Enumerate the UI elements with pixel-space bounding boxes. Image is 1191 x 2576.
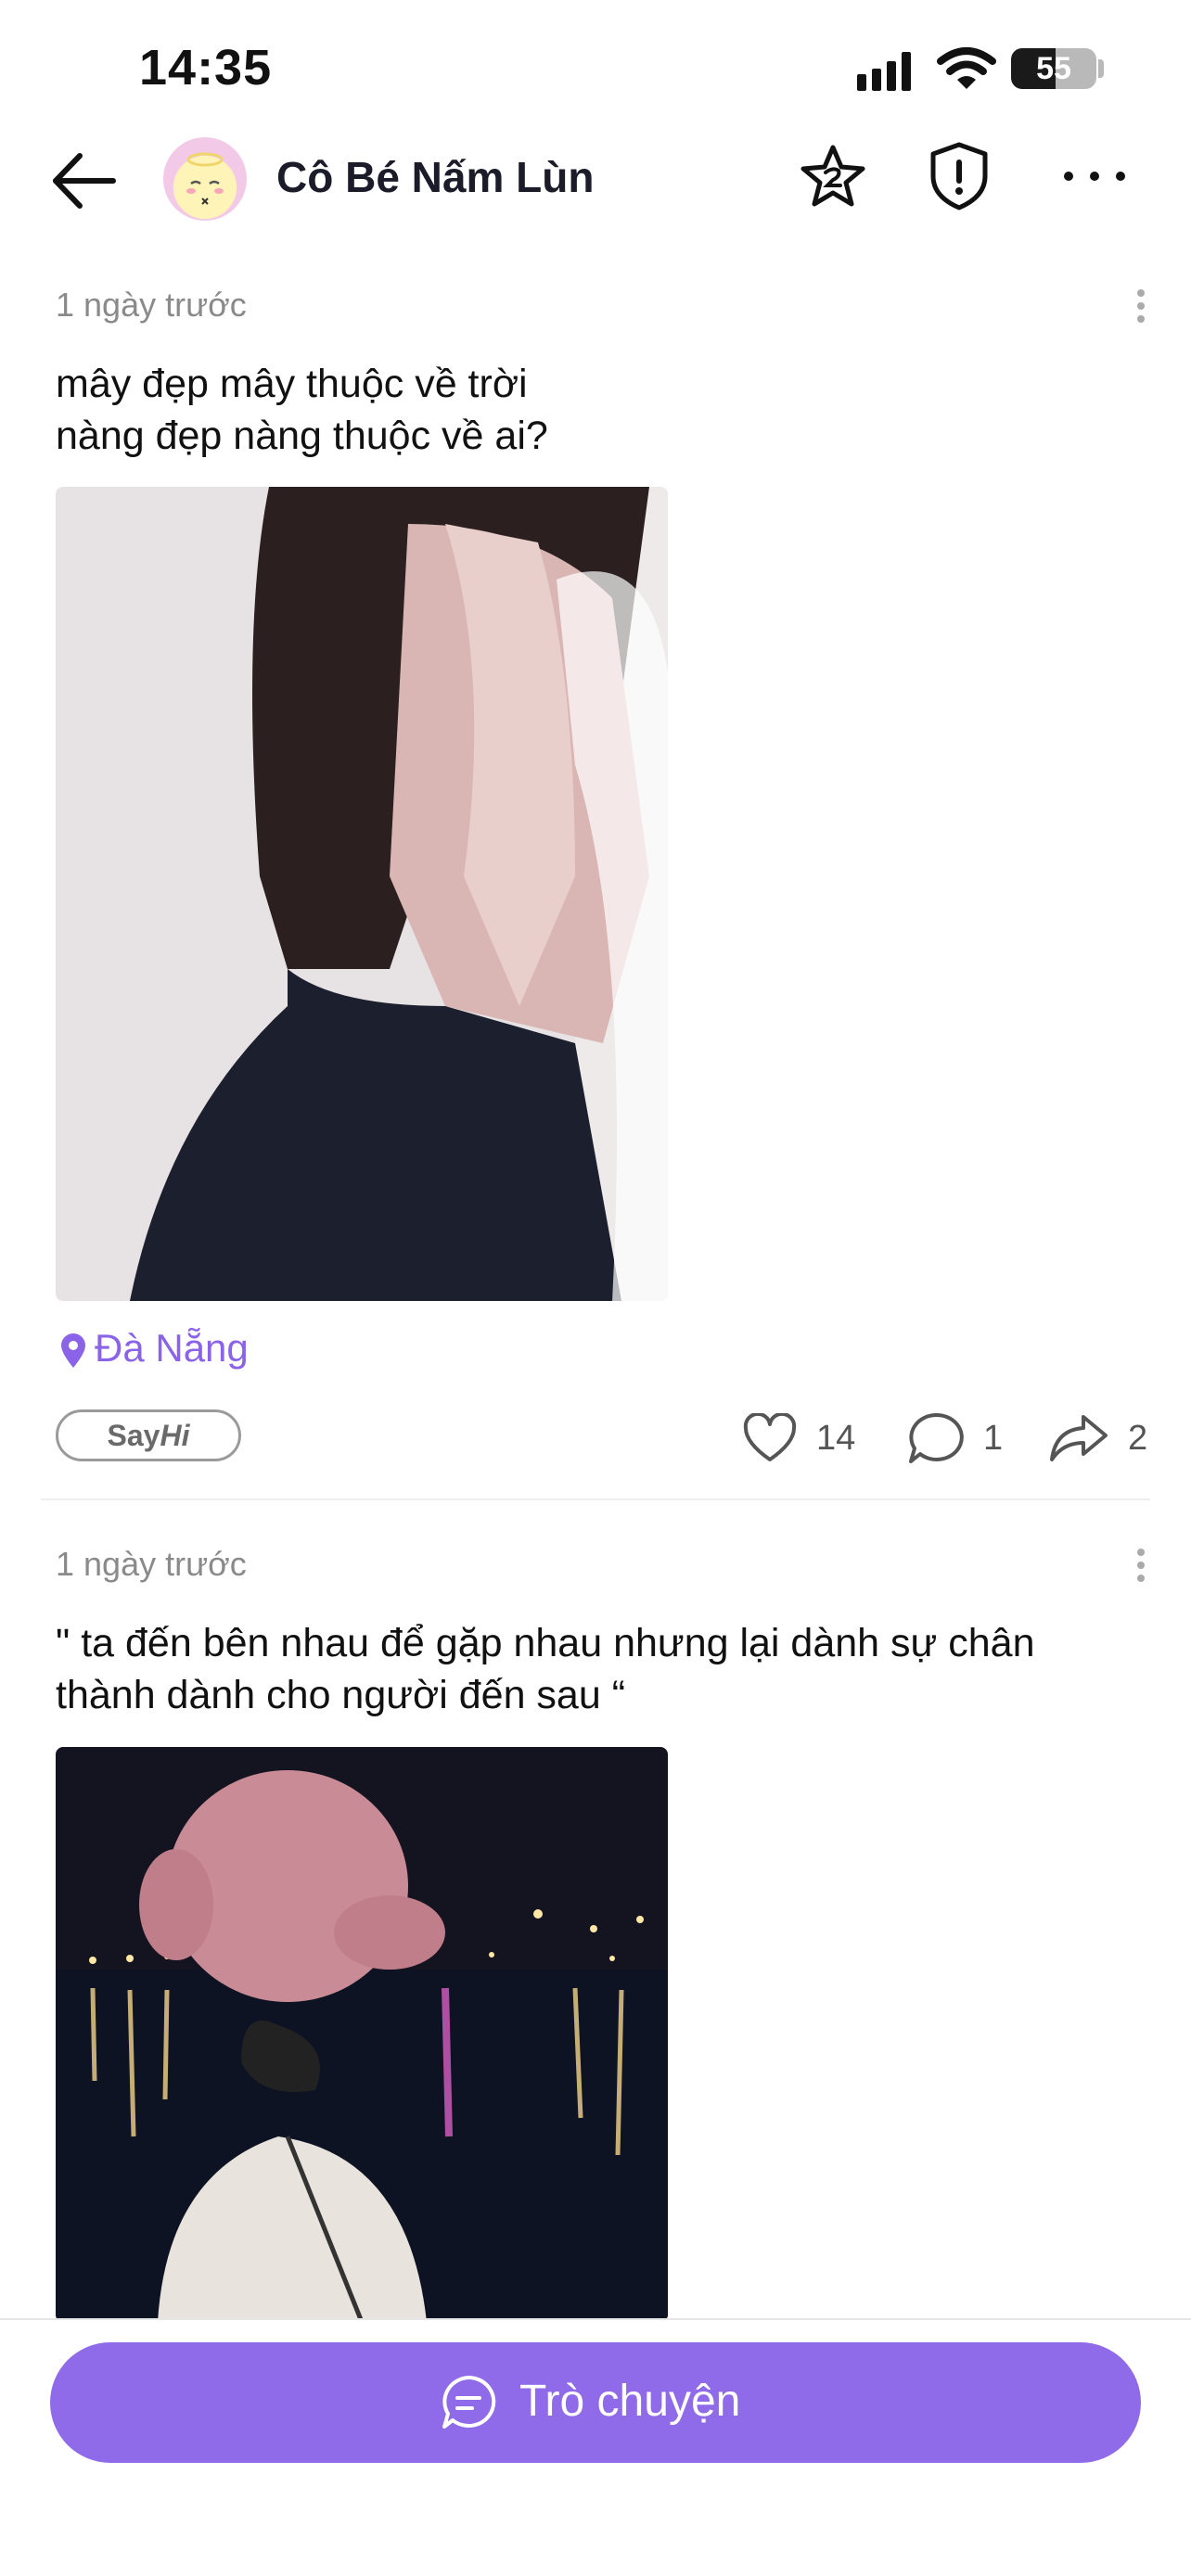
more-options-icon[interactable] [1057,158,1132,195]
location-pin-icon [61,1333,85,1368]
sayhi-prefix: Say [107,1419,160,1452]
bottom-action-bar: Trò chuyện [0,2320,1191,2576]
report-shield-icon[interactable] [926,141,992,211]
status-time: 14:35 [139,40,273,96]
post-card: 1 ngày trước " ta đến bên nhau để gặp nh… [0,1537,1191,2326]
post-divider [41,1498,1150,1500]
photo-woman-back [56,487,668,1301]
chat-button[interactable]: Trò chuyện [50,2342,1141,2463]
post-caption: mây đẹp mây thuộc về trời nàng đẹp nàng … [56,362,548,458]
post-menu-icon[interactable] [1132,1547,1150,1584]
post-menu-icon[interactable] [1132,287,1150,325]
photo-night-river [56,1747,668,2322]
avatar-face-icon [186,152,224,205]
heart-icon[interactable] [742,1413,798,1463]
post-photo[interactable] [56,1747,668,2322]
sayhi-suffix: Hi [160,1419,190,1452]
post-timestamp: 1 ngày trước [56,286,247,324]
post-timestamp: 1 ngày trước [56,1545,247,1583]
share-icon[interactable] [1048,1413,1109,1463]
like-count: 14 [816,1419,856,1458]
chat-bubble-icon [442,2375,496,2429]
post-location[interactable]: Đà Nẵng [59,1326,249,1371]
status-bar: 14:35 55 [0,0,1191,130]
avatar[interactable] [163,137,247,221]
favorite-star-icon[interactable] [800,143,866,210]
post-card: 1 ngày trước mây đẹp mây thuộc về trời n… [0,278,1191,1500]
wifi-icon [937,47,996,89]
share-count: 2 [1128,1419,1148,1458]
profile-header: Cô Bé Nấm Lùn [0,130,1191,232]
post-caption: " ta đến bên nhau để gặp nhau nhưng lại … [56,1621,1035,1717]
comment-icon[interactable] [907,1411,965,1465]
post-photo[interactable] [56,487,668,1301]
battery-nub [1098,59,1104,78]
profile-name[interactable]: Cô Bé Nấm Lùn [276,152,594,202]
cellular-signal-icon [857,52,911,91]
chat-button-label: Trò chuyện [519,2377,741,2426]
battery-level: 55 [1036,51,1071,86]
location-label: Đà Nẵng [95,1326,249,1370]
battery-icon: 55 [1011,48,1096,89]
back-arrow-icon[interactable] [48,150,117,211]
comment-count: 1 [983,1419,1004,1458]
say-hi-button[interactable]: SayHi [56,1409,241,1461]
